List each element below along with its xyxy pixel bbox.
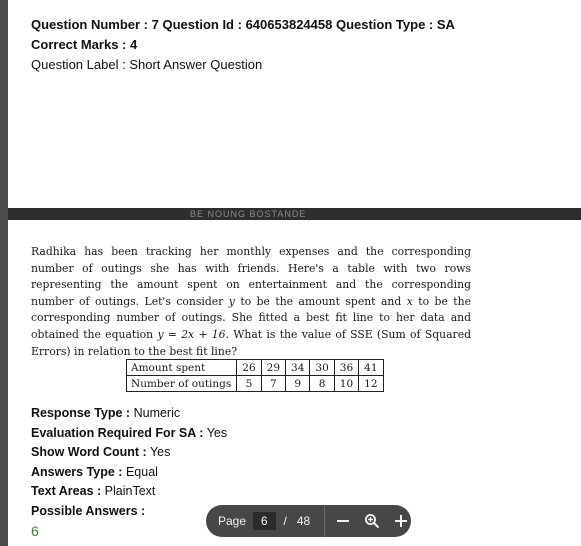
question-label: Short Answer Question <box>129 57 263 72</box>
possible-answers-line: Possible Answers : <box>31 504 145 518</box>
response-type-line: Response Type : Numeric <box>31 406 180 420</box>
possible-answer-value: 6 <box>31 523 39 539</box>
question-number-label: Question Number : <box>31 17 149 32</box>
possible-answers-label: Possible Answers : <box>31 504 146 518</box>
table-cell: 8 <box>309 375 335 392</box>
table-cell: 7 <box>260 375 287 392</box>
table-cell: 36 <box>333 359 360 376</box>
evaluation-line: Evaluation Required For SA : Yes <box>31 426 227 440</box>
question-text: Radhika has been tracking her monthly ex… <box>31 244 471 360</box>
question-label-line: Question Label : Short Answer Question <box>31 57 262 72</box>
zoom-out-button[interactable] <box>333 510 354 532</box>
table-cell: 9 <box>285 375 311 392</box>
answers-type-label: Answers Type : <box>31 465 123 479</box>
word-count: Yes <box>149 445 171 459</box>
answers-type: Equal <box>125 465 158 479</box>
text-areas: PlainText <box>104 484 156 498</box>
data-table: Amount spent 26 29 34 30 36 41 Number of… <box>125 359 384 392</box>
question-header-line: Question Number : 7 Question Id : 640653… <box>31 17 455 32</box>
page-number-input[interactable]: 6 <box>253 512 276 530</box>
correct-marks: 4 <box>130 37 138 52</box>
pdf-page-bottom: Radhika has been tracking her monthly ex… <box>8 220 581 546</box>
minus-icon <box>337 520 350 522</box>
correct-marks-label: Correct Marks : <box>31 37 127 52</box>
zoom-in-button[interactable] <box>390 510 411 532</box>
question-type: SA <box>436 17 455 32</box>
magnifier-icon <box>365 514 380 529</box>
row-header-outings: Number of outings <box>125 375 238 392</box>
response-type: Numeric <box>133 406 181 420</box>
table-cell: 41 <box>358 359 384 376</box>
table-cell: 26 <box>236 359 262 376</box>
toolbar-divider <box>324 505 326 537</box>
table-cell: 10 <box>333 375 360 392</box>
pdf-page-top: Question Number : 7 Question Id : 640653… <box>8 0 581 208</box>
table-cell: 34 <box>285 359 311 376</box>
answers-type-line: Answers Type : Equal <box>31 465 158 479</box>
evaluation-label: Evaluation Required For SA : <box>31 426 204 440</box>
row-header-amount: Amount spent <box>125 359 238 376</box>
pdf-toolbar: Page 6 / 48 <box>206 505 411 537</box>
watermark-text: BE NOUNG BOSTANDE <box>190 209 307 219</box>
evaluation: Yes <box>206 426 228 440</box>
table-row-amount: Amount spent 26 29 34 30 36 41 <box>125 359 384 376</box>
correct-marks-line: Correct Marks : 4 <box>31 37 137 52</box>
question-text-part-2: to be the amount spent and <box>234 294 407 308</box>
zoom-fit-button[interactable] <box>362 510 383 532</box>
word-count-label: Show Word Count : <box>31 445 147 459</box>
table-row-outings: Number of outings 5 7 9 8 10 12 <box>125 375 384 392</box>
page-separator: / <box>283 514 287 528</box>
plus-icon <box>394 515 407 527</box>
response-type-label: Response Type : <box>31 406 131 420</box>
table-cell: 30 <box>309 359 335 376</box>
question-type-label: Question Type : <box>335 17 434 32</box>
total-pages: 48 <box>296 514 311 528</box>
word-count-line: Show Word Count : Yes <box>31 445 170 459</box>
question-id: 640653824458 <box>245 17 333 32</box>
text-areas-line: Text Areas : PlainText <box>31 484 155 498</box>
table-cell: 12 <box>358 375 384 392</box>
viewer-left-edge <box>0 0 8 546</box>
table-cell: 29 <box>260 359 287 376</box>
page-label: Page <box>218 514 247 528</box>
question-number: 7 <box>151 17 159 32</box>
question-id-label: Question Id : <box>162 17 242 32</box>
question-label-label: Question Label : <box>31 57 126 72</box>
table-cell: 5 <box>236 375 262 392</box>
text-areas-label: Text Areas : <box>31 484 102 498</box>
equation: y = 2x + 16 <box>157 327 226 341</box>
